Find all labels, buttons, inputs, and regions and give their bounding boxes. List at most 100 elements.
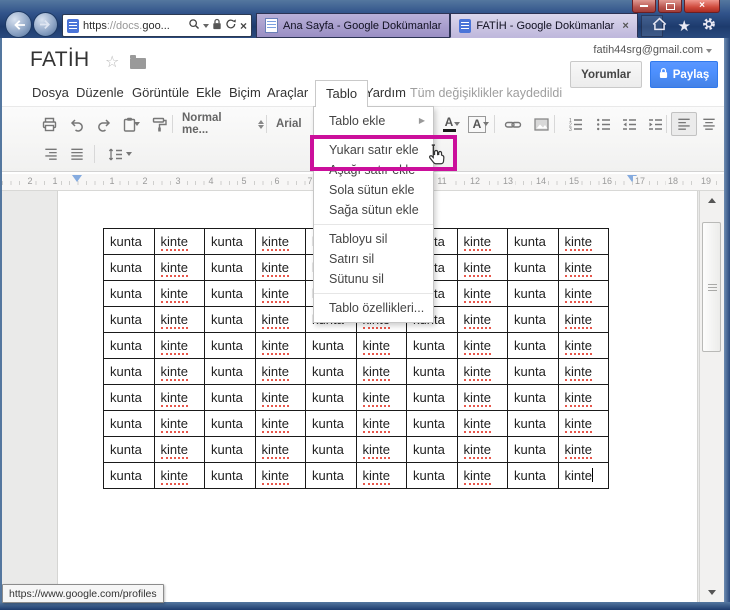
table-cell[interactable]: kunta bbox=[306, 437, 357, 463]
menu-item-0[interactable]: Tablo ekle ▶ bbox=[314, 111, 433, 131]
table-cell[interactable]: kinte bbox=[255, 229, 306, 255]
table-cell[interactable]: kinte bbox=[457, 437, 508, 463]
table-cell[interactable]: kinte bbox=[356, 411, 407, 437]
table-cell[interactable]: kunta bbox=[104, 359, 155, 385]
line-spacing-dropdown-icon[interactable] bbox=[126, 152, 132, 156]
table-cell[interactable]: kinte bbox=[255, 463, 306, 489]
forward-icon[interactable] bbox=[33, 12, 58, 37]
menubar-item-düzenle[interactable]: Düzenle bbox=[76, 80, 124, 106]
refresh-icon[interactable] bbox=[225, 17, 237, 35]
table-cell[interactable]: kunta bbox=[104, 229, 155, 255]
undo-icon[interactable] bbox=[64, 112, 90, 136]
table-cell[interactable]: kinte bbox=[457, 307, 508, 333]
tools-gear-icon[interactable] bbox=[702, 17, 716, 36]
table-cell[interactable]: kinte bbox=[558, 437, 609, 463]
table-cell[interactable]: kunta bbox=[205, 333, 256, 359]
paste-dropdown-icon[interactable] bbox=[134, 122, 140, 126]
table-cell[interactable]: kinte bbox=[255, 307, 306, 333]
align-right-icon[interactable] bbox=[38, 142, 64, 166]
star-outline-icon[interactable]: ☆ bbox=[105, 52, 119, 72]
redo-icon[interactable] bbox=[90, 112, 116, 136]
table-cell[interactable]: kinte bbox=[255, 437, 306, 463]
table-cell[interactable]: kinte bbox=[154, 359, 205, 385]
table-cell[interactable]: kinte bbox=[558, 359, 609, 385]
menu-item-9[interactable]: Sütunu sil bbox=[314, 269, 433, 289]
table-cell[interactable]: kinte bbox=[558, 333, 609, 359]
menubar-item-yardım[interactable]: Yardım bbox=[365, 80, 406, 106]
menubar-item-biçim[interactable]: Biçim bbox=[229, 80, 261, 106]
table-cell[interactable]: kunta bbox=[104, 333, 155, 359]
table-cell[interactable]: kunta bbox=[205, 463, 256, 489]
table-cell[interactable]: kinte bbox=[154, 281, 205, 307]
table-cell[interactable]: kunta bbox=[306, 333, 357, 359]
line-spacing-icon[interactable] bbox=[102, 142, 128, 166]
table-cell[interactable]: kunta bbox=[508, 281, 559, 307]
table-cell[interactable]: kunta bbox=[205, 281, 256, 307]
table-cell[interactable]: kunta bbox=[104, 281, 155, 307]
menu-item-4[interactable]: Sola sütun ekle bbox=[314, 180, 433, 200]
table-cell[interactable]: kinte bbox=[154, 385, 205, 411]
table-cell[interactable]: kinte bbox=[255, 385, 306, 411]
align-left-icon[interactable] bbox=[671, 112, 697, 136]
table-cell[interactable]: kinte bbox=[356, 333, 407, 359]
scroll-up-icon[interactable] bbox=[701, 192, 723, 209]
browser-tab[interactable]: FATİH - Google Dokümanlar × bbox=[450, 13, 638, 38]
scrollbar-thumb[interactable] bbox=[702, 222, 721, 352]
table-cell[interactable]: kinte bbox=[558, 255, 609, 281]
table-cell[interactable]: kunta bbox=[407, 411, 458, 437]
paint-format-icon[interactable] bbox=[146, 112, 172, 136]
table-cell[interactable]: kunta bbox=[104, 463, 155, 489]
table-cell[interactable]: kunta bbox=[205, 359, 256, 385]
table-cell[interactable]: kinte bbox=[457, 229, 508, 255]
document-title[interactable]: FATİH bbox=[30, 48, 89, 72]
numbered-list-icon[interactable]: 123 bbox=[562, 112, 588, 136]
search-icon[interactable] bbox=[188, 17, 200, 35]
table-cell[interactable]: kinte bbox=[457, 463, 508, 489]
menu-item-11[interactable]: Tablo özellikleri... bbox=[314, 298, 433, 318]
link-icon[interactable] bbox=[500, 112, 526, 136]
table-cell[interactable]: kunta bbox=[306, 411, 357, 437]
menu-item-5[interactable]: Sağa sütun ekle bbox=[314, 200, 433, 220]
table-cell[interactable]: kinte bbox=[558, 307, 609, 333]
table-cell[interactable]: kinte bbox=[154, 411, 205, 437]
style-dropdown[interactable]: Normal me... bbox=[182, 112, 264, 136]
table-cell[interactable]: kinte bbox=[255, 359, 306, 385]
table-cell[interactable]: kunta bbox=[104, 411, 155, 437]
table-cell[interactable]: kunta bbox=[508, 411, 559, 437]
table-cell[interactable]: kunta bbox=[407, 463, 458, 489]
menu-item-8[interactable]: Satırı sil bbox=[314, 249, 433, 269]
table-cell[interactable]: kinte bbox=[154, 437, 205, 463]
address-bar[interactable]: https://docs.goo... × bbox=[62, 14, 252, 37]
browser-tab[interactable]: Ana Sayfa - Google Dokümanlar bbox=[256, 13, 451, 38]
menu-item-7[interactable]: Tabloyu sil bbox=[314, 229, 433, 249]
indent-icon[interactable] bbox=[642, 112, 668, 136]
menubar-item-görüntüle[interactable]: Görüntüle bbox=[132, 80, 189, 106]
table-cell[interactable]: kunta bbox=[205, 307, 256, 333]
table-cell[interactable]: kunta bbox=[508, 307, 559, 333]
scroll-down-icon[interactable] bbox=[701, 584, 723, 601]
table-cell[interactable]: kunta bbox=[407, 333, 458, 359]
font-dropdown[interactable]: Arial bbox=[276, 112, 302, 136]
table-cell[interactable]: kinte bbox=[558, 281, 609, 307]
left-margin-marker[interactable] bbox=[72, 175, 82, 182]
table-cell[interactable]: kunta bbox=[407, 359, 458, 385]
highlight-dropdown-icon[interactable] bbox=[483, 122, 489, 126]
table-cell[interactable]: kunta bbox=[205, 229, 256, 255]
table-cell[interactable]: kinte bbox=[457, 385, 508, 411]
table-cell[interactable]: kunta bbox=[306, 463, 357, 489]
table-cell[interactable]: kinte bbox=[558, 411, 609, 437]
table-cell[interactable]: kunta bbox=[104, 255, 155, 281]
table-cell[interactable]: kinte bbox=[255, 411, 306, 437]
table-cell[interactable]: kinte bbox=[457, 281, 508, 307]
table-cell[interactable]: kinte bbox=[154, 333, 205, 359]
minimize-icon[interactable] bbox=[632, 0, 656, 13]
table-cell[interactable]: kunta bbox=[407, 385, 458, 411]
table-cell[interactable]: kunta bbox=[104, 385, 155, 411]
table-cell[interactable]: kinte bbox=[558, 385, 609, 411]
back-icon[interactable] bbox=[5, 11, 32, 38]
table-cell[interactable]: kunta bbox=[104, 307, 155, 333]
home-icon[interactable] bbox=[652, 17, 667, 36]
outdent-icon[interactable] bbox=[616, 112, 642, 136]
table-cell[interactable]: kinte bbox=[356, 437, 407, 463]
table-cell[interactable]: kunta bbox=[104, 437, 155, 463]
